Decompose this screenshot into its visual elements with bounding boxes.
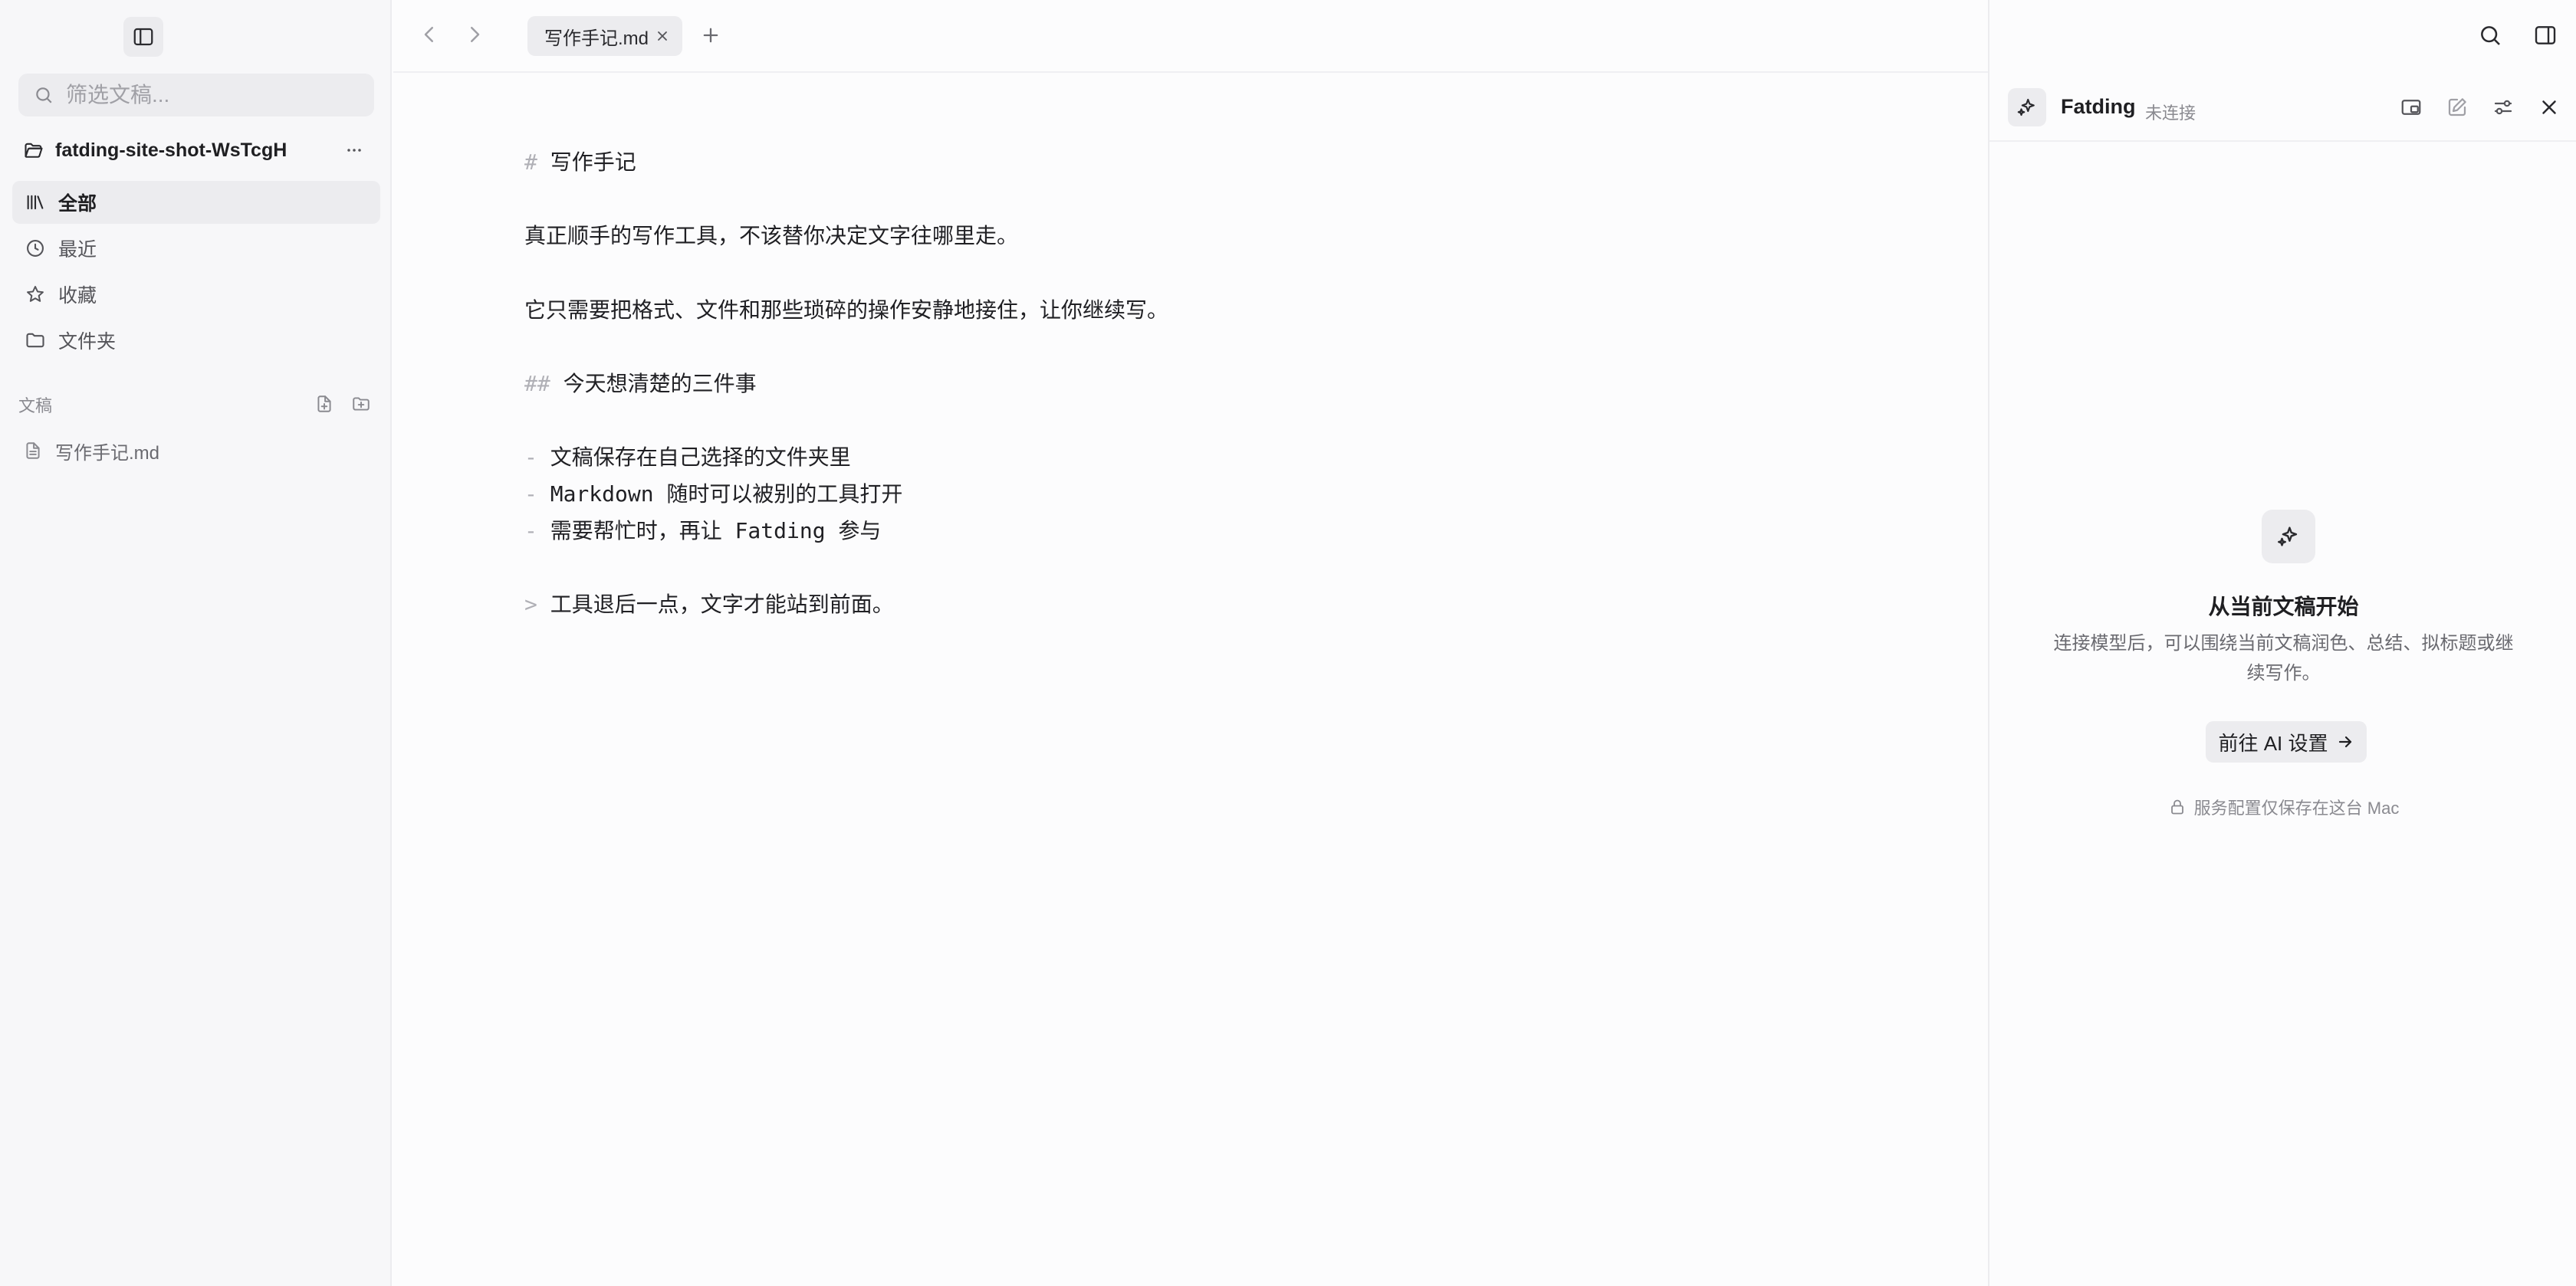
global-search-button[interactable]: [2478, 23, 2502, 48]
sparkles-icon: [2278, 527, 2298, 546]
close-panel-button[interactable]: [2538, 96, 2561, 119]
line-text: Markdown 随时可以被别的工具打开: [550, 481, 903, 507]
workspace-row[interactable]: fatding-site-shot-WsTcgH: [23, 132, 373, 169]
search-icon: [36, 87, 52, 103]
new-folder-button[interactable]: [351, 394, 371, 414]
editor-line: 它只需要把格式、文件和那些琐碎的操作安静地接住，让你继续写。: [524, 294, 1168, 324]
chevron-left-icon: [424, 27, 433, 42]
assistant-name: Fatding: [2061, 95, 2136, 118]
section-title: 文稿: [18, 396, 53, 415]
sidebar-item-folders[interactable]: 文件夹: [12, 319, 380, 362]
chevron-right-icon: [471, 27, 480, 42]
picture-in-picture-icon: [2401, 100, 2421, 115]
editor-line: - 需要帮忙时，再让 Fatding 参与: [524, 514, 881, 545]
forward-button[interactable]: [463, 23, 486, 46]
edit-icon: [2448, 98, 2466, 116]
right-panel-icon: [2535, 26, 2556, 44]
library-icon: [27, 195, 44, 210]
new-tab-button[interactable]: [700, 25, 721, 46]
documents-section-header: 文稿: [18, 389, 371, 420]
tab-label: 写作手记.md: [544, 28, 649, 49]
sidebar-item-favorites[interactable]: 收藏: [12, 273, 380, 316]
sparkles-icon: [2017, 98, 2035, 116]
workspace-more-button[interactable]: [343, 139, 365, 161]
sidebar-item-recent[interactable]: 最近: [12, 227, 380, 270]
editor-line: # 写作手记: [524, 146, 636, 176]
close-icon: [658, 31, 667, 41]
line-text: 工具退后一点，文字才能站到前面。: [550, 592, 894, 617]
editor-line: - 文稿保存在自己选择的文件夹里: [524, 441, 851, 471]
editor-line: > 工具退后一点，文字才能站到前面。: [524, 588, 894, 618]
ai-panel: Fatding 未连接 从当前文稿开始 连接模型后，可以围绕当前文稿润色、总结、…: [1988, 0, 2576, 1286]
sidebar-item-label: 全部: [58, 193, 97, 215]
sidebar-item-label: 最近: [58, 239, 97, 261]
markdown-marker: -: [524, 445, 537, 470]
filter-search-box[interactable]: [18, 74, 374, 116]
markdown-marker: >: [524, 592, 537, 617]
tab-close-button[interactable]: [655, 28, 670, 44]
editor-line: ## 今天想清楚的三件事: [524, 367, 757, 398]
go-to-ai-settings-button[interactable]: 前往 AI 设置: [2206, 721, 2367, 763]
editor-line: - Markdown 随时可以被别的工具打开: [524, 477, 902, 508]
close-icon: [2542, 100, 2556, 114]
line-text: 今天想清楚的三件事: [563, 371, 757, 396]
sidebar-item-label: 收藏: [58, 285, 97, 307]
lock-icon: [2170, 799, 2183, 815]
tab-document[interactable]: 写作手记.md: [527, 16, 682, 56]
new-file-icon: [317, 395, 331, 412]
toggle-right-panel-button[interactable]: [2533, 23, 2558, 48]
folder-open-icon: [25, 143, 43, 158]
display-mode-button[interactable]: [2400, 96, 2423, 119]
markdown-marker: #: [524, 149, 537, 175]
line-text: 真正顺手的写作工具，不该替你决定文字往哪里走。: [524, 223, 1019, 248]
sidebar-toggle-icon: [133, 28, 153, 46]
sliders-icon: [2494, 100, 2512, 115]
line-text: 需要帮忙时，再让 Fatding 参与: [550, 518, 882, 543]
tab-bar: 写作手记.md: [393, 0, 1988, 73]
line-text: 写作手记: [550, 149, 636, 175]
clock-icon: [27, 240, 44, 257]
file-name: 写作手记.md: [55, 442, 160, 464]
new-folder-icon: [353, 397, 370, 411]
sidebar: fatding-site-shot-WsTcgH 全部 最近 收藏 文件夹 文稿: [0, 0, 392, 1286]
document-icon: [26, 442, 40, 459]
button-label: 前往 AI 设置: [2218, 731, 2328, 755]
empty-state-icon: [2262, 510, 2315, 563]
more-icon: [347, 149, 361, 152]
line-text: 它只需要把格式、文件和那些琐碎的操作安静地接住，让你继续写。: [524, 297, 1169, 323]
sidebar-item-all[interactable]: 全部: [12, 181, 380, 224]
privacy-note: 服务配置仅保存在这台 Mac: [1990, 795, 2576, 819]
markdown-marker: -: [524, 518, 537, 543]
ai-settings-button[interactable]: [2492, 96, 2515, 119]
new-chat-button[interactable]: [2446, 96, 2469, 119]
file-item[interactable]: 写作手记.md: [23, 434, 159, 467]
markdown-marker: ##: [524, 371, 550, 396]
ai-panel-header: Fatding 未连接: [1990, 73, 2576, 142]
privacy-text: 服务配置仅保存在这台 Mac: [2193, 799, 2400, 818]
empty-state-description: 连接模型后，可以围绕当前文稿润色、总结、拟标题或继续写作。: [2053, 633, 2514, 684]
empty-state-title: 从当前文稿开始: [2208, 595, 2359, 618]
arrow-right-icon: [2338, 736, 2351, 748]
line-text: 文稿保存在自己选择的文件夹里: [550, 445, 851, 470]
fatding-logo: [2008, 88, 2046, 126]
folder-icon: [26, 333, 44, 348]
back-button[interactable]: [418, 23, 441, 46]
filter-search-input[interactable]: [66, 83, 357, 107]
star-icon: [27, 286, 44, 302]
plus-icon: [703, 28, 718, 43]
connection-status: 未连接: [2145, 103, 2196, 123]
search-icon: [2481, 26, 2500, 45]
editor-line: 真正顺手的写作工具，不该替你决定文字往哪里走。: [524, 219, 1018, 250]
markdown-marker: -: [524, 481, 537, 507]
new-document-button[interactable]: [314, 394, 334, 414]
workspace-name: fatding-site-shot-WsTcgH: [55, 139, 288, 161]
sidebar-item-label: 文件夹: [58, 331, 117, 353]
sidebar-toggle-button[interactable]: [123, 17, 163, 57]
